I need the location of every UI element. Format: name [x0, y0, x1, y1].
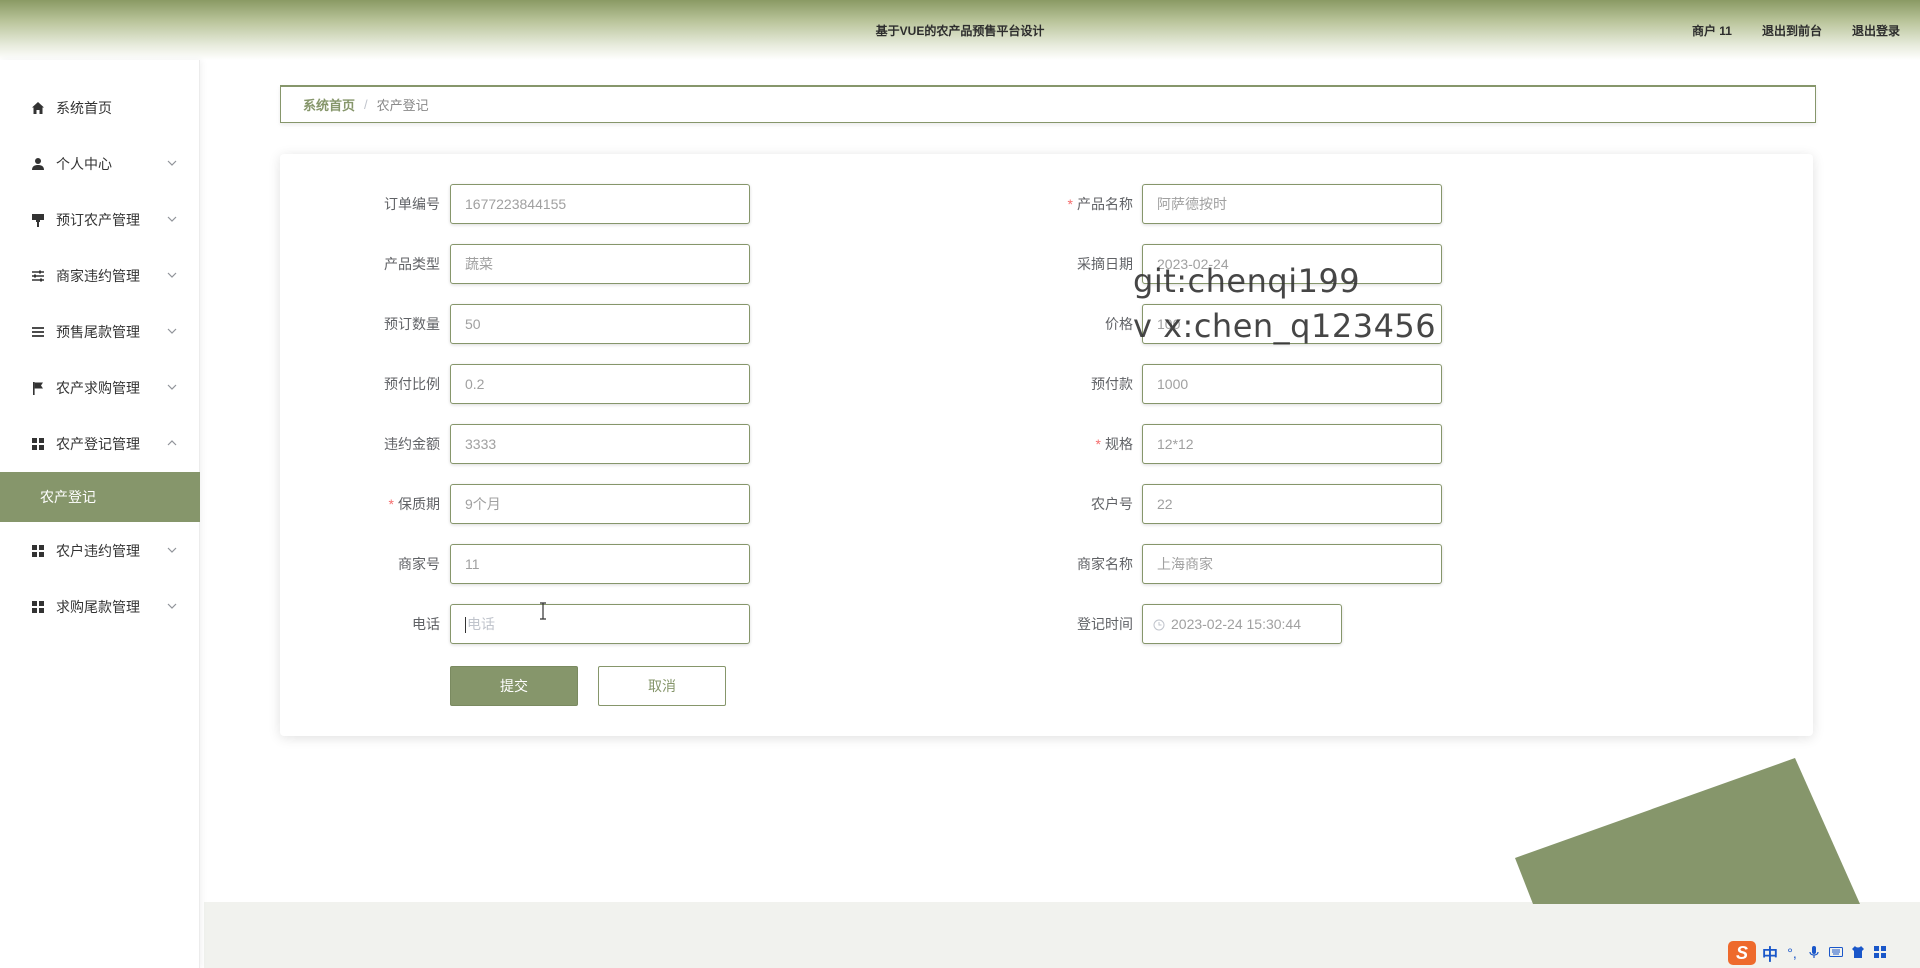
- order-qty-label: 预订数量: [384, 316, 440, 332]
- phone-placeholder: 电话: [467, 616, 495, 632]
- register-time-value: 2023-02-24 15:30:44: [1171, 616, 1301, 632]
- ime-language[interactable]: 中: [1762, 941, 1778, 965]
- sidebar-item-order-produce[interactable]: 预订农产管理: [0, 200, 200, 240]
- phone-label: 电话: [412, 616, 440, 632]
- sidebar-item-personal-center[interactable]: 个人中心: [0, 144, 200, 184]
- ime-toolbar: S 中 °,: [1728, 940, 1888, 966]
- top-header: 基于VUE的农产品预售平台设计 商户 11 退出到前台 退出登录: [0, 0, 1920, 60]
- register-time-label: 登记时间: [1077, 616, 1133, 632]
- breadcrumb: 系统首页 / 农产登记: [280, 85, 1816, 123]
- text-cursor-icon: [540, 602, 546, 620]
- sidebar-item-label: 个人中心: [56, 156, 112, 172]
- breadcrumb-current: 农产登记: [376, 98, 429, 113]
- text-caret: [465, 617, 466, 634]
- order-no-label: 订单编号: [384, 196, 440, 212]
- spec-label: * 规格: [1095, 436, 1133, 452]
- bottom-band: [204, 902, 1920, 968]
- pay-ratio-input[interactable]: 0.2: [450, 364, 750, 404]
- decorative-shape: [1515, 758, 1860, 904]
- spec-input[interactable]: 12*12: [1142, 424, 1442, 464]
- penalty-input[interactable]: 3333: [450, 424, 750, 464]
- list-icon: [30, 324, 46, 340]
- product-name-input[interactable]: 阿萨德按时: [1142, 184, 1442, 224]
- merchant-no-input[interactable]: 11: [450, 544, 750, 584]
- home-icon: [30, 100, 46, 116]
- flag-icon: [30, 380, 46, 396]
- prepay-input[interactable]: 1000: [1142, 364, 1442, 404]
- phone-input[interactable]: 电话: [450, 604, 750, 644]
- grid-icon: [30, 599, 46, 615]
- logout-link[interactable]: 退出登录: [1852, 22, 1900, 39]
- sidebar-item-presale-balance[interactable]: 预售尾款管理: [0, 312, 200, 352]
- sidebar-item-label: 系统首页: [56, 100, 112, 116]
- sidebar-subitem-produce-registration[interactable]: 农产登记: [0, 472, 200, 522]
- register-time-input[interactable]: 2023-02-24 15:30:44: [1142, 604, 1342, 644]
- shelf-life-input[interactable]: 9个月: [450, 484, 750, 524]
- cancel-button[interactable]: 取消: [598, 666, 726, 706]
- chevron-down-icon: [167, 384, 177, 390]
- pay-ratio-label: 预付比例: [384, 376, 440, 392]
- brush-icon: [30, 212, 46, 228]
- sidebar-item-farmer-breach[interactable]: 农户违约管理: [0, 531, 200, 571]
- merchant-no-label: 商家号: [398, 556, 440, 572]
- sidebar-item-label: 商家违约管理: [56, 268, 140, 284]
- sidebar-item-produce-registration[interactable]: 农产登记管理: [0, 424, 200, 464]
- pick-date-label: 采摘日期: [1077, 256, 1133, 272]
- sidebar-item-label: 农产求购管理: [56, 380, 140, 396]
- breadcrumb-home[interactable]: 系统首页: [303, 95, 355, 114]
- grid-icon: [30, 436, 46, 452]
- watermark-line-1: git:chenqi199: [1133, 262, 1361, 300]
- sidebar-item-purchase-balance[interactable]: 求购尾款管理: [0, 587, 200, 627]
- sidebar-item-label: 农产登记管理: [56, 436, 140, 452]
- clock-icon: [1153, 619, 1165, 631]
- farmer-no-label: 农户号: [1091, 496, 1133, 512]
- sliders-icon: [30, 268, 46, 284]
- chevron-down-icon: [167, 603, 177, 609]
- order-no-input[interactable]: 1677223844155: [450, 184, 750, 224]
- sidebar-item-home[interactable]: 系统首页: [0, 88, 200, 128]
- header-actions: 商户 11 退出到前台 退出登录: [1692, 22, 1900, 39]
- product-name-label: * 产品名称: [1067, 196, 1133, 212]
- sidebar-item-produce-purchase[interactable]: 农产求购管理: [0, 368, 200, 408]
- sidebar-subitem-label: 农产登记: [40, 489, 96, 505]
- sidebar-item-label: 预订农产管理: [56, 212, 140, 228]
- penalty-label: 违约金额: [384, 436, 440, 452]
- shelf-life-label: * 保质期: [388, 496, 440, 512]
- merchant-name-label: 商家名称: [1077, 556, 1133, 572]
- merchant-name-input[interactable]: 上海商家: [1142, 544, 1442, 584]
- chevron-down-icon: [167, 328, 177, 334]
- keyboard-icon[interactable]: [1828, 945, 1844, 961]
- sogou-ime-icon[interactable]: S: [1728, 941, 1756, 965]
- sidebar-item-label: 求购尾款管理: [56, 599, 140, 615]
- chevron-down-icon: [167, 216, 177, 222]
- chevron-down-icon: [167, 547, 177, 553]
- chevron-down-icon: [167, 160, 177, 166]
- back-to-front-link[interactable]: 退出到前台: [1762, 22, 1822, 39]
- prepay-label: 预付款: [1091, 376, 1133, 392]
- sidebar-item-label: 预售尾款管理: [56, 324, 140, 340]
- skin-icon[interactable]: [1850, 945, 1866, 961]
- user-icon: [30, 156, 46, 172]
- price-label: 价格: [1105, 316, 1133, 332]
- grid-icon: [30, 543, 46, 559]
- toolbox-icon[interactable]: [1872, 945, 1888, 961]
- microphone-icon[interactable]: [1806, 945, 1822, 961]
- app-title: 基于VUE的农产品预售平台设计: [875, 24, 1045, 38]
- farmer-no-input[interactable]: 22: [1142, 484, 1442, 524]
- product-type-input[interactable]: 蔬菜: [450, 244, 750, 284]
- sidebar-item-merchant-breach[interactable]: 商家违约管理: [0, 256, 200, 296]
- breadcrumb-separator: /: [364, 97, 368, 112]
- chevron-up-icon: [167, 440, 177, 446]
- watermark-line-2: v x:chen_q123456: [1133, 307, 1437, 345]
- order-qty-input[interactable]: 50: [450, 304, 750, 344]
- current-user: 商户 11: [1691, 24, 1732, 38]
- submit-button[interactable]: 提交: [450, 666, 578, 706]
- product-type-label: 产品类型: [384, 256, 440, 272]
- chevron-down-icon: [167, 272, 177, 278]
- punctuation-icon[interactable]: °,: [1784, 945, 1800, 961]
- sidebar-item-label: 农户违约管理: [56, 543, 140, 559]
